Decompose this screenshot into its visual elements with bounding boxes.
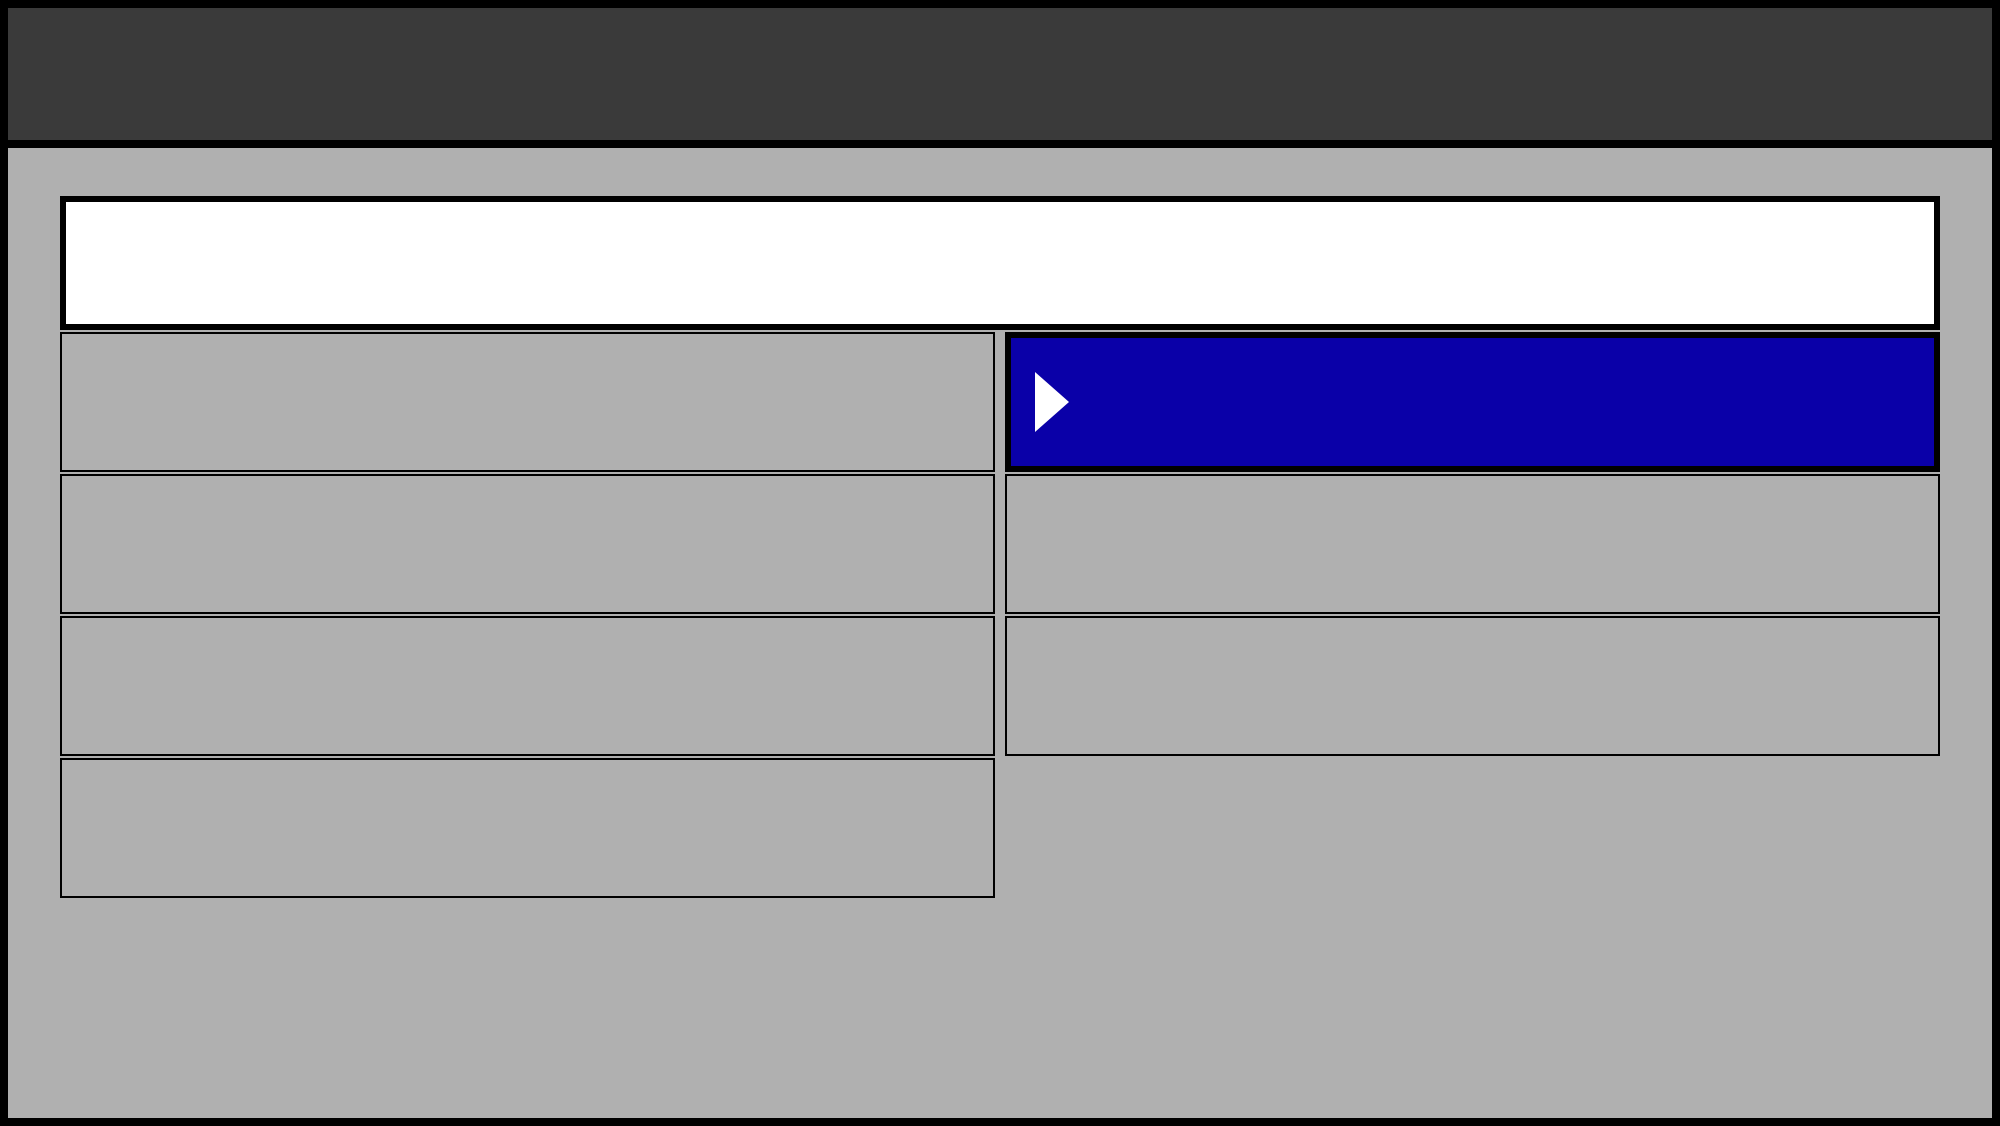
list-item[interactable] [60,758,995,898]
list-item[interactable] [60,474,995,614]
list-item[interactable] [1005,616,1940,756]
panel [60,196,1940,898]
content-area [8,148,1992,1118]
list-item[interactable] [1005,474,1940,614]
list-item[interactable] [60,332,995,472]
play-icon [1035,372,1069,432]
title-bar [8,8,1992,148]
column-left [60,332,995,898]
panel-header [60,196,1940,330]
column-right [1005,332,1940,898]
app-window [0,0,2000,1126]
list-item-selected[interactable] [1005,332,1940,472]
list-item[interactable] [60,616,995,756]
panel-body [60,332,1940,898]
